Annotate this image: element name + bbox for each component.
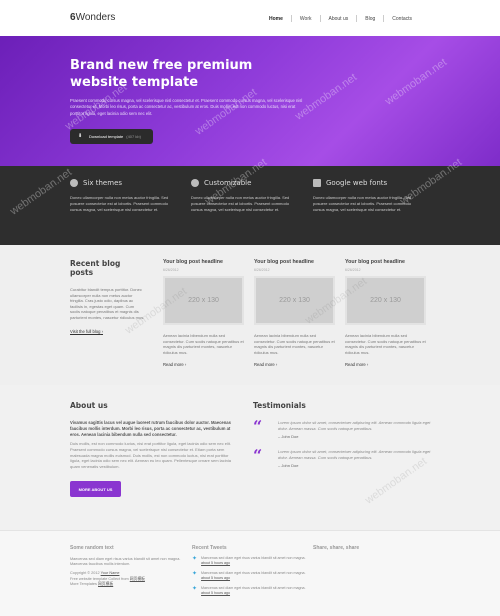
nav-divider <box>319 15 321 22</box>
author-link[interactable]: Your Name <box>101 571 120 575</box>
footer-column-share: Share, share, share <box>313 545 433 551</box>
footer-heading: Share, share, share <box>313 545 360 551</box>
more-about-us-button[interactable]: MORE ABOUT US <box>70 481 121 498</box>
quote-icon: “ <box>253 446 263 466</box>
post-excerpt: Aenean lacinia bibendum nulla sed consec… <box>345 333 426 355</box>
feature-text: Donec ullamcorper nulla non metus auctor… <box>313 195 412 212</box>
tweet-time-link[interactable]: about 5 hours ago <box>201 561 230 565</box>
read-more-link[interactable]: Read more › <box>345 362 426 367</box>
post-image-placeholder[interactable]: 220 x 130 <box>163 276 244 325</box>
tweet-item: ✦ Maecenas sed diam eget risus varius bl… <box>192 571 306 580</box>
credit-link[interactable]: 网页模板 <box>98 582 113 586</box>
blog-post-card: Your blog post headline 6/26/2012 220 x … <box>163 259 244 367</box>
about-lead-text: Vivamus sagittis lacus vel augue laoreet… <box>70 420 231 437</box>
post-title[interactable]: Your blog post headline <box>345 259 426 265</box>
font-icon <box>313 179 321 187</box>
testimonial-author: – John Doe <box>278 434 299 440</box>
hero-title: Brand new free premium website template <box>70 58 253 90</box>
nav-divider <box>383 15 385 22</box>
feature-title: Customizable <box>204 179 252 187</box>
about-block: About us Vivamus sagittis lacus vel augu… <box>70 401 240 498</box>
tweet-item: ✦ Maecenas sed diam eget risus varius bl… <box>192 586 306 595</box>
footer-column-random: Some random text Maecenas sed diam eget … <box>70 545 190 587</box>
testimonial-item: “ Lorem ipsum dolor sit amet, consectetu… <box>253 446 433 469</box>
hero-banner: Brand new free premium website template … <box>0 36 500 166</box>
post-title[interactable]: Your blog post headline <box>163 259 244 265</box>
feature-customizable: Customizable Donec ullamcorper nulla non… <box>191 179 301 213</box>
post-image-placeholder[interactable]: 220 x 130 <box>254 276 335 325</box>
palette-icon <box>70 179 78 187</box>
download-template-button[interactable]: ⬇ Download template (407 kb) <box>70 129 153 144</box>
tweet-time-link[interactable]: about 5 hours ago <box>201 576 230 580</box>
read-more-link[interactable]: Read more › <box>163 362 244 367</box>
nav-item-work[interactable]: Work <box>300 16 312 22</box>
download-size: (407 kb) <box>126 134 141 139</box>
blog-section: Recent blog posts Curabitur blandit temp… <box>0 245 500 385</box>
about-testimonials-section: About us Vivamus sagittis lacus vel augu… <box>0 385 500 530</box>
feature-title: Google web fonts <box>326 179 388 187</box>
nav-item-contacts[interactable]: Contacts <box>392 16 412 22</box>
post-title[interactable]: Your blog post headline <box>254 259 335 265</box>
credit-link[interactable]: 网页模板 <box>130 577 145 581</box>
post-image-placeholder[interactable]: 220 x 130 <box>345 276 426 325</box>
hero-text: Praesent commodo cursus magna, vel scele… <box>70 98 303 116</box>
twitter-bird-icon: ✦ <box>192 556 198 562</box>
testimonials-block: Testimonials “ Lorem ipsum dolor sit ame… <box>253 401 433 468</box>
blog-heading: Recent blog posts <box>70 259 121 277</box>
twitter-bird-icon: ✦ <box>192 571 198 577</box>
quote-icon: “ <box>253 417 263 436</box>
features-strip: Six themes Donec ullamcorper nulla non m… <box>0 156 500 245</box>
post-excerpt: Aenean lacinia bibendum nulla sed consec… <box>163 333 244 355</box>
feature-text: Donec ullamcorper nulla non metus auctor… <box>70 195 169 212</box>
testimonial-item: “ Lorem ipsum dolor sit amet, consectetu… <box>253 417 433 440</box>
post-date: 6/26/2012 <box>254 268 270 272</box>
read-more-link[interactable]: Read more › <box>254 362 335 367</box>
post-date: 6/26/2012 <box>345 268 361 272</box>
about-heading: About us <box>70 401 108 410</box>
post-date: 6/26/2012 <box>163 268 179 272</box>
blog-post-card: Your blog post headline 6/26/2012 220 x … <box>345 259 426 367</box>
site-footer: Some random text Maecenas sed diam eget … <box>0 530 500 616</box>
about-body-text: Duis mollis, est non commodo luctus, nis… <box>70 441 231 469</box>
tweet-time-link[interactable]: about 5 hours ago <box>201 591 230 595</box>
feature-six-themes: Six themes Donec ullamcorper nulla non m… <box>70 179 180 213</box>
nav-divider <box>290 15 292 22</box>
nav-item-about[interactable]: About us <box>329 16 349 22</box>
nav-item-blog[interactable]: Blog <box>365 16 375 22</box>
twitter-bird-icon: ✦ <box>192 586 198 592</box>
blog-intro: Recent blog posts Curabitur blandit temp… <box>70 259 145 334</box>
blog-post-card: Your blog post headline 6/26/2012 220 x … <box>254 259 335 367</box>
testimonial-text: Lorem ipsum dolor sit amet, consectetuer… <box>278 449 431 460</box>
main-nav: Home Work About us Blog Contacts <box>269 15 412 22</box>
download-label: Download template <box>89 134 124 139</box>
download-arrow-icon: ⬇ <box>78 133 83 139</box>
watermark: webmoban.net <box>8 166 75 218</box>
testimonial-author: – John Doe <box>278 463 299 469</box>
footer-column-tweets: Recent Tweets ✦ Maecenas sed diam eget r… <box>192 545 312 596</box>
footer-heading: Recent Tweets <box>192 545 227 551</box>
feature-title: Six themes <box>83 179 123 187</box>
testimonial-text: Lorem ipsum dolor sit amet, consectetuer… <box>278 420 431 431</box>
footer-text: Maecenas sed diam eget risus varius blan… <box>70 557 181 586</box>
footer-heading: Some random text <box>70 545 114 551</box>
gear-icon <box>191 179 199 187</box>
nav-item-home[interactable]: Home <box>269 16 283 22</box>
top-header: 6Wonders Home Work About us Blog Contact… <box>0 0 500 36</box>
watermark: webmoban.net <box>383 56 450 108</box>
feature-google-fonts: Google web fonts Donec ullamcorper nulla… <box>313 179 423 213</box>
blog-intro-text: Curabitur blandit tempus porttitor. Done… <box>70 287 145 320</box>
tweet-item: ✦ Maecenas sed diam eget risus varius bl… <box>192 556 306 565</box>
visit-blog-link[interactable]: Visit the full blog › <box>70 329 145 334</box>
nav-divider <box>356 15 358 22</box>
post-excerpt: Aenean lacinia bibendum nulla sed consec… <box>254 333 335 355</box>
site-logo[interactable]: 6Wonders <box>70 12 115 23</box>
testimonials-heading: Testimonials <box>253 401 306 410</box>
feature-text: Donec ullamcorper nulla non metus auctor… <box>191 195 290 212</box>
